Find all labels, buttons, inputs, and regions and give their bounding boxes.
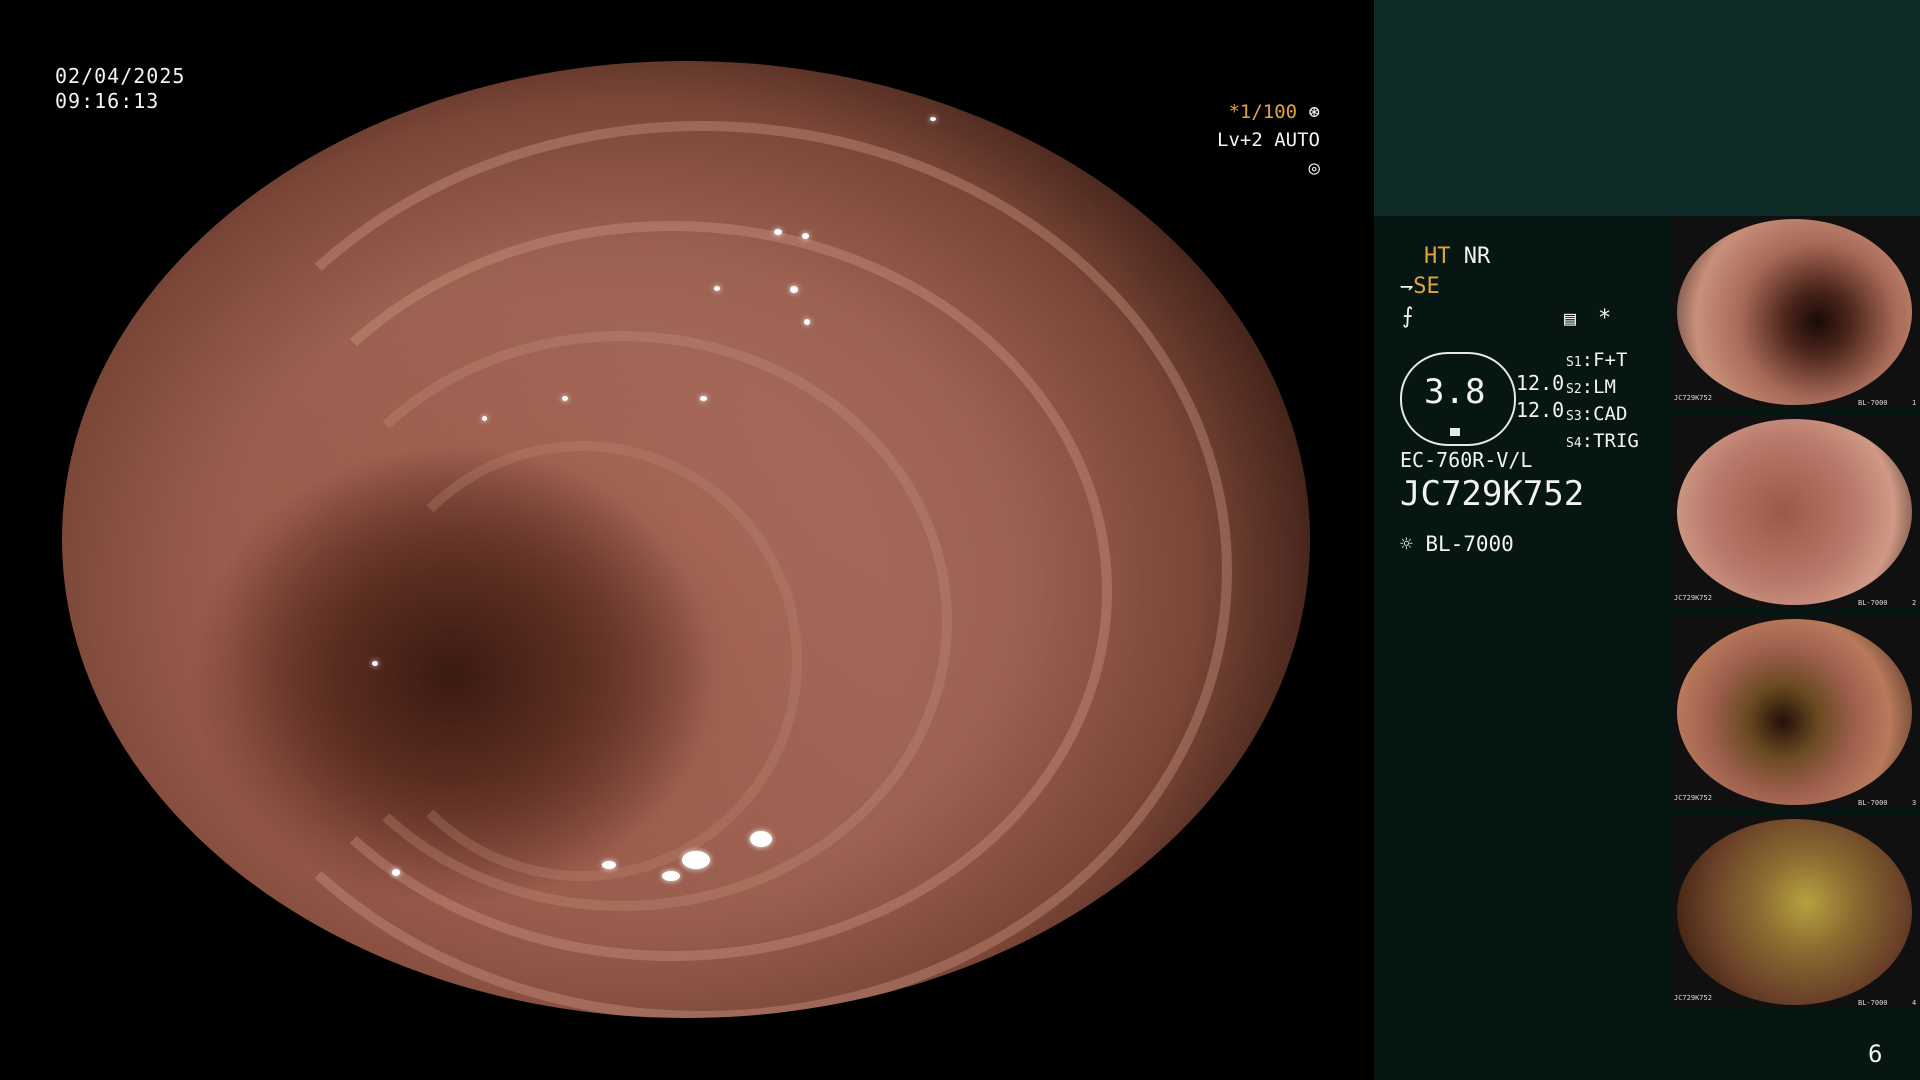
light-reflection xyxy=(790,286,798,293)
thumbnail-footer: BL-7000 xyxy=(1858,599,1888,607)
switch-item: S1:F+T xyxy=(1566,349,1628,371)
thumbnail-footer: BL-7000 xyxy=(1858,999,1888,1007)
light-reflection xyxy=(700,396,707,401)
timestamp: 02/04/2025 09:16:13 xyxy=(55,64,185,114)
switch-item: S3:CAD xyxy=(1566,403,1628,425)
light-reflection xyxy=(602,861,616,869)
info-panel-header xyxy=(1374,0,1920,216)
light-reflection xyxy=(682,851,710,869)
thumbnail-image xyxy=(1677,219,1912,405)
thumbnail-label: JC729K752 xyxy=(1674,594,1712,602)
date-label: 02/04/2025 xyxy=(55,64,186,88)
thumbnail-index: 3 xyxy=(1912,799,1917,807)
se-row: ⇁SE xyxy=(1400,274,1440,299)
light-source-row: ☼ BL-7000 xyxy=(1400,532,1514,556)
light-reflection xyxy=(562,396,568,401)
structure-enhance-icon: ⇁ xyxy=(1400,274,1414,299)
thumbnail-footer: BL-7000 xyxy=(1858,799,1888,807)
thumbnail-image xyxy=(1677,819,1912,1005)
aperture-icon: ⊛ xyxy=(1297,101,1320,123)
thumbnail-index: 4 xyxy=(1912,999,1917,1007)
light-reflection xyxy=(750,831,772,847)
page-number: 6 xyxy=(1868,1040,1883,1068)
asterisk-indicator: * xyxy=(1598,306,1612,331)
thumbnail-label: JC729K752 xyxy=(1674,994,1712,1002)
light-reflection xyxy=(372,661,378,666)
light-source-icon: ☼ xyxy=(1400,532,1413,556)
thumbnail-index: 1 xyxy=(1912,399,1917,407)
zoom-value: 3.8 xyxy=(1424,372,1486,412)
light-reflection xyxy=(392,869,400,876)
switch-item: S2:LM xyxy=(1566,376,1616,398)
capture-thumbnail[interactable]: JC729K752 BL-7000 3 xyxy=(1672,616,1920,807)
thumbnail-image xyxy=(1677,619,1912,805)
light-reflection xyxy=(804,319,810,325)
value-column: 12.0 12.0 xyxy=(1516,370,1564,424)
exposure-indicator: *1/100 ⊛ Lv+2 AUTO ◎ xyxy=(1195,98,1320,182)
ht-nr-row: HT NR xyxy=(1424,244,1490,269)
light-reflection xyxy=(992,99,1000,104)
zoom-marker-icon xyxy=(1450,428,1460,436)
value-2: 12.0 xyxy=(1516,398,1565,422)
light-reflection xyxy=(930,117,936,121)
scope-serial: JC729K752 xyxy=(1400,474,1585,514)
light-reflection xyxy=(482,416,487,421)
se-indicator: SE xyxy=(1413,274,1440,299)
light-source: BL-7000 xyxy=(1425,532,1514,556)
thumbnail-label: JC729K752 xyxy=(1674,394,1712,402)
iris-icon: ◎ xyxy=(1308,157,1320,179)
contrast-icon: ⨍ xyxy=(1402,304,1414,329)
switch-list: S1:F+T S2:LM S3:CAD S4:TRIG xyxy=(1566,348,1639,456)
value-1: 12.0 xyxy=(1516,371,1565,395)
thumbnail-image xyxy=(1677,419,1912,605)
thumbnail-footer: BL-7000 xyxy=(1858,399,1888,407)
switch-item: S4:TRIG xyxy=(1566,430,1639,452)
shutter-speed: *1/100 xyxy=(1228,101,1298,123)
thumbnail-label: JC729K752 xyxy=(1674,794,1712,802)
capture-thumbnail[interactable]: JC729K752 BL-7000 1 xyxy=(1672,216,1920,407)
scope-model: EC-760R-V/L xyxy=(1400,448,1533,472)
brightness-level: Lv+2 AUTO xyxy=(1217,129,1320,151)
ht-indicator: HT xyxy=(1424,244,1451,269)
nr-indicator: NR xyxy=(1463,244,1491,269)
light-reflection xyxy=(802,233,809,239)
endoscope-live-image xyxy=(62,61,1310,1018)
capture-thumbnail[interactable]: JC729K752 BL-7000 2 xyxy=(1672,416,1920,607)
light-reflection xyxy=(774,229,782,235)
light-reflection xyxy=(714,286,720,291)
light-reflection xyxy=(662,871,680,881)
thumbnail-index: 2 xyxy=(1912,599,1917,607)
capture-thumbnail[interactable]: JC729K752 BL-7000 4 xyxy=(1672,816,1920,1007)
time-label: 09:16:13 xyxy=(55,89,160,113)
settings-icon: ▤ xyxy=(1564,306,1577,330)
mucosal-fold xyxy=(362,441,802,881)
